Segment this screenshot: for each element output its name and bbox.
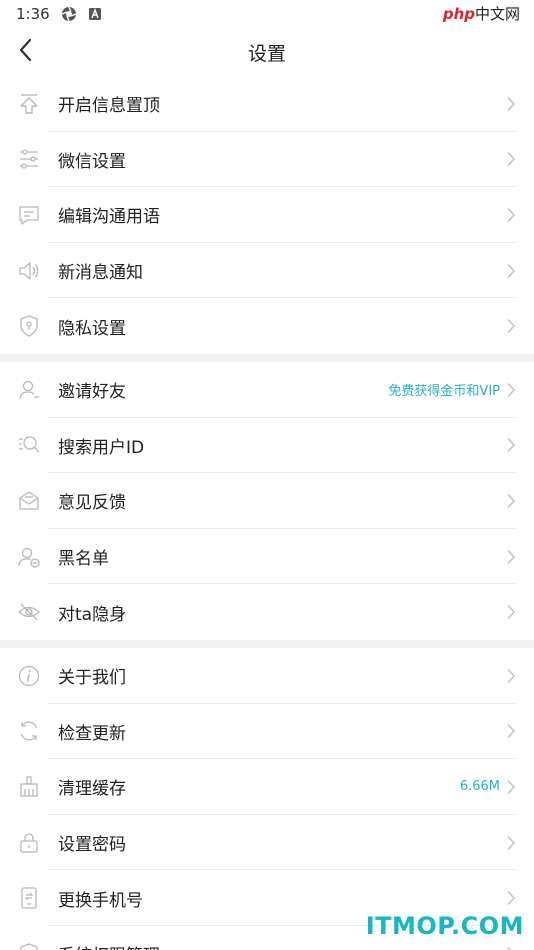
- chevron-right-icon: [506, 207, 534, 223]
- settings-row-pin-top[interactable]: 开启信息置顶: [0, 76, 534, 132]
- settings-label: 新消息通知: [58, 263, 143, 284]
- invite-promo-text: 免费获得金币和VIP: [388, 384, 500, 400]
- settings-group-2: 邀请好友 免费获得金币和VIP 搜索用户ID 意见反馈 黑名单 对ta隐身: [0, 362, 534, 640]
- settings-label: 微信设置: [58, 151, 126, 172]
- settings-row-phrases[interactable]: 编辑沟通用语: [0, 187, 534, 243]
- chevron-right-icon: [506, 668, 534, 684]
- group-separator: [0, 639, 534, 648]
- settings-label: 邀请好友: [58, 382, 126, 403]
- shield-icon: [0, 314, 58, 338]
- chevron-right-icon: [506, 382, 534, 398]
- back-button[interactable]: [12, 38, 40, 66]
- chevron-right-icon: [506, 946, 534, 950]
- settings-label: 黑名单: [58, 549, 109, 570]
- chevron-right-icon: [506, 549, 534, 565]
- chevron-right-icon: [506, 779, 534, 795]
- info-icon: [0, 664, 58, 688]
- chevron-right-icon: [506, 723, 534, 739]
- settings-row-about[interactable]: 关于我们: [0, 648, 534, 704]
- page-title: 设置: [247, 42, 286, 65]
- settings-label: 检查更新: [58, 723, 126, 744]
- settings-label: 搜索用户ID: [58, 437, 145, 458]
- settings-row-search-id[interactable]: 搜索用户ID: [0, 418, 534, 474]
- sliders-icon: [0, 147, 58, 171]
- status-bar: 1:36 php中文网: [0, 0, 534, 28]
- settings-label: 清理缓存: [58, 779, 126, 800]
- settings-label: 关于我们: [58, 668, 126, 689]
- eye-off-icon: [0, 600, 58, 624]
- settings-row-invisible[interactable]: 对ta隐身: [0, 584, 534, 640]
- settings-row-privacy[interactable]: 隐私设置: [0, 298, 534, 354]
- settings-label: 设置密码: [58, 835, 126, 856]
- status-time: 1:36: [16, 5, 50, 23]
- pin-top-icon: [0, 92, 58, 116]
- settings-row-blacklist[interactable]: 黑名单: [0, 529, 534, 585]
- watermark-top: php中文网: [443, 3, 520, 24]
- user-block-icon: [0, 545, 58, 569]
- nav-bar: 设置: [0, 28, 534, 76]
- lock-icon: [0, 831, 58, 855]
- chevron-right-icon: [506, 493, 534, 509]
- settings-row-feedback[interactable]: 意见反馈: [0, 473, 534, 529]
- settings-row-clear-cache[interactable]: 清理缓存 6.66M: [0, 759, 534, 815]
- chevron-right-icon: [506, 835, 534, 851]
- chevron-right-icon: [506, 890, 534, 906]
- chevron-right-icon: [506, 96, 534, 112]
- settings-row-check-update[interactable]: 检查更新: [0, 704, 534, 760]
- settings-row-notifications[interactable]: 新消息通知: [0, 243, 534, 299]
- phone-icon: [0, 886, 58, 910]
- watermark-php: php: [442, 5, 475, 23]
- settings-row-invite[interactable]: 邀请好友 免费获得金币和VIP: [0, 362, 534, 418]
- search-icon: [0, 433, 58, 457]
- chevron-right-icon: [506, 604, 534, 620]
- refresh-icon: [0, 719, 58, 743]
- chevron-right-icon: [506, 437, 534, 453]
- a-box-icon: [86, 5, 104, 23]
- settings-row-wechat[interactable]: 微信设置: [0, 132, 534, 188]
- settings-label: 系统权限管理: [58, 941, 506, 950]
- settings-row-password[interactable]: 设置密码: [0, 815, 534, 871]
- settings-group-3: 关于我们 检查更新 清理缓存 6.66M 设置密码 更换手机号: [0, 648, 534, 950]
- settings-label: 对ta隐身: [58, 604, 127, 625]
- chevron-right-icon: [506, 151, 534, 167]
- speaker-icon: [0, 259, 58, 283]
- user-icon: [0, 378, 58, 402]
- chevron-right-icon: [506, 263, 534, 279]
- group-separator: [0, 353, 534, 362]
- watermark-logo: ITMOP.COM: [365, 912, 524, 940]
- settings-label: 隐私设置: [58, 318, 126, 339]
- message-icon: [0, 203, 58, 227]
- settings-label: 意见反馈: [58, 493, 126, 514]
- aperture-icon: [60, 5, 78, 23]
- cache-size-text: 6.66M: [459, 779, 500, 795]
- permission-icon: [0, 942, 58, 950]
- chevron-left-icon: [17, 38, 35, 66]
- settings-label: 开启信息置顶: [58, 96, 160, 117]
- watermark-cn: 中文网: [474, 5, 520, 23]
- chevron-right-icon: [506, 318, 534, 334]
- settings-label: 更换手机号: [58, 890, 143, 911]
- settings-label: 编辑沟通用语: [58, 207, 160, 228]
- settings-group-1: 开启信息置顶 微信设置 编辑沟通用语 新消息通知 隐私设置: [0, 76, 534, 354]
- settings-list: 开启信息置顶 微信设置 编辑沟通用语 新消息通知 隐私设置 邀请好友 免费获得金…: [0, 76, 534, 950]
- broom-icon: [0, 775, 58, 799]
- feedback-icon: [0, 489, 58, 513]
